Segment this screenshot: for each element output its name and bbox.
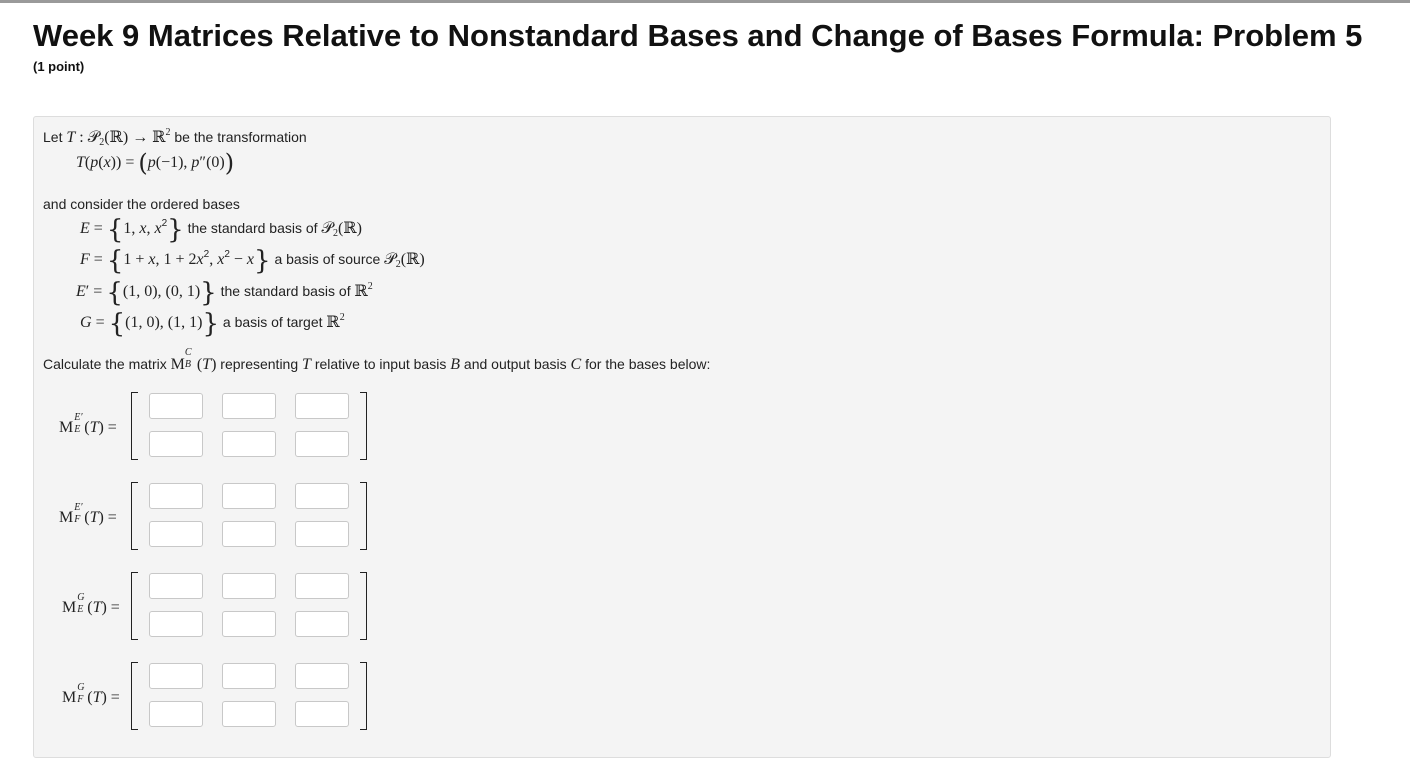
instruction-text: Calculate the matrix M C B (T) representing…	[43, 347, 711, 373]
basis-E-desc: the standard basis of	[187, 220, 318, 236]
top-border	[0, 0, 1410, 3]
basis-G: G = {(1, 0), (1, 1)} a basis of target ℝ…	[80, 309, 345, 339]
basis-E-prime: E′ = {(1, 0), (0, 1)} the standard basis…	[76, 278, 373, 308]
let-text: Let	[43, 129, 63, 145]
matrix-cell-input[interactable]	[295, 701, 349, 727]
matrix-right-bracket	[360, 572, 367, 640]
basis-E-prime-desc: the standard basis of	[220, 283, 351, 299]
intro-line: Let T : 𝒫2(ℝ) → ℝ2 be the transformation	[43, 127, 307, 148]
matrix-cell-input[interactable]	[222, 431, 276, 457]
matrix-cell-input[interactable]	[149, 431, 203, 457]
basis-F-desc: a basis of source	[274, 251, 381, 267]
intro-text: be the transformation	[174, 129, 307, 145]
matrix-right-bracket	[360, 392, 367, 460]
matrix-cell-input[interactable]	[149, 393, 203, 419]
matrix-cell-input[interactable]	[295, 521, 349, 547]
matrix-cell-input[interactable]	[295, 663, 349, 689]
matrix-left-bracket	[131, 482, 138, 550]
matrix-label: M E′ F (T) =	[59, 502, 117, 526]
matrix-cell-input[interactable]	[222, 573, 276, 599]
consider-text: and consider the ordered bases	[43, 196, 240, 212]
matrix-cell-input[interactable]	[222, 393, 276, 419]
matrix-left-bracket	[131, 392, 138, 460]
basis-G-desc: a basis of target	[222, 314, 323, 330]
basis-E: E = {1, x, x2} the standard basis of 𝒫2(…	[80, 215, 362, 245]
matrix-cell-input[interactable]	[295, 573, 349, 599]
transformation-formula: T(p(x)) = (p(−1), p″(0))	[76, 149, 235, 177]
matrix-cell-input[interactable]	[222, 521, 276, 547]
matrix-cell-input[interactable]	[295, 483, 349, 509]
matrix-cell-input[interactable]	[222, 663, 276, 689]
matrix-left-bracket	[131, 662, 138, 730]
matrix-cell-input[interactable]	[295, 611, 349, 637]
matrix-cell-input[interactable]	[222, 701, 276, 727]
matrix-left-bracket	[131, 572, 138, 640]
matrix-cell-input[interactable]	[149, 573, 203, 599]
matrix-cell-input[interactable]	[149, 483, 203, 509]
matrix-label: M G F (T) =	[62, 682, 120, 706]
matrix-cell-input[interactable]	[149, 611, 203, 637]
matrix-cell-input[interactable]	[295, 431, 349, 457]
matrix-cell-input[interactable]	[149, 663, 203, 689]
math-T-map: T	[66, 129, 76, 146]
matrix-label: M G E (T) =	[62, 592, 120, 616]
matrix-cell-input[interactable]	[149, 701, 203, 727]
matrix-right-bracket	[360, 482, 367, 550]
matrix-cell-input[interactable]	[295, 393, 349, 419]
matrix-cell-input[interactable]	[222, 611, 276, 637]
matrix-right-bracket	[360, 662, 367, 730]
matrix-label: M E′ E (T) =	[59, 412, 117, 436]
points-label: (1 point)	[33, 59, 85, 74]
matrix-cell-input[interactable]	[149, 521, 203, 547]
matrix-cell-input[interactable]	[222, 483, 276, 509]
basis-F: F = {1 + x, 1 + 2x2, x2 − x} a basis of …	[80, 246, 425, 276]
page-title: Week 9 Matrices Relative to Nonstandard …	[33, 18, 1363, 53]
